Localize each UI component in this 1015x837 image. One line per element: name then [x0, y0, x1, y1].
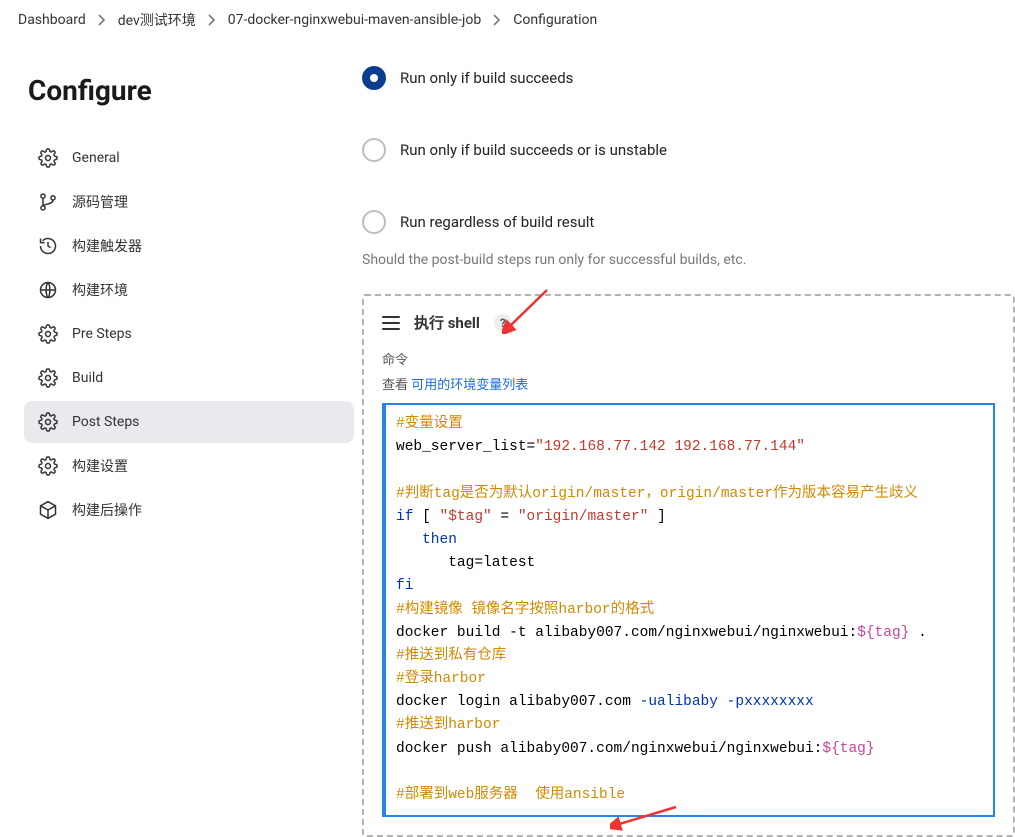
sidebar-item-scm[interactable]: 源码管理: [24, 181, 354, 223]
radio-run-on-success[interactable]: Run only if build succeeds: [362, 66, 1015, 90]
shell-command-input[interactable]: #变量设置 web_server_list="192.168.77.142 19…: [382, 403, 995, 817]
sidebar-item-triggers[interactable]: 构建触发器: [24, 225, 354, 267]
radio-run-on-success-or-unstable[interactable]: Run only if build succeeds or is unstabl…: [362, 138, 1015, 162]
sidebar-item-general[interactable]: General: [24, 137, 354, 179]
gear-icon: [38, 368, 58, 388]
help-icon[interactable]: ?: [494, 314, 512, 332]
breadcrumb-item[interactable]: dev测试环境: [118, 10, 196, 30]
command-label: 命令: [382, 349, 995, 368]
env-link-row: 查看 可用的环境变量列表: [382, 374, 995, 393]
sidebar-item-label: 构建环境: [72, 280, 128, 300]
sidebar-item-label: 构建触发器: [72, 236, 142, 256]
globe-icon: [38, 280, 58, 300]
sidebar-item-label: Pre Steps: [72, 326, 132, 342]
sidebar: Configure General 源码管理 构建触发器 构建环境 Pre St…: [24, 54, 354, 837]
drag-handle-icon[interactable]: [382, 316, 400, 330]
gear-icon: [38, 412, 58, 432]
gear-icon: [38, 148, 58, 168]
chevron-right-icon: [98, 14, 106, 26]
sidebar-item-label: 构建后操作: [72, 500, 142, 520]
chevron-right-icon: [493, 14, 501, 26]
gear-icon: [38, 324, 58, 344]
side-nav: General 源码管理 构建触发器 构建环境 Pre Steps Build: [24, 137, 354, 531]
sidebar-item-pre-steps[interactable]: Pre Steps: [24, 313, 354, 355]
branch-icon: [38, 192, 58, 212]
radio-icon: [362, 138, 386, 162]
cube-icon: [38, 500, 58, 520]
step-title: 执行 shell: [414, 312, 480, 333]
clock-arrow-icon: [38, 236, 58, 256]
radio-run-regardless[interactable]: Run regardless of build result: [362, 210, 1015, 234]
radio-label: Run only if build succeeds: [400, 69, 573, 87]
radio-label: Run only if build succeeds or is unstabl…: [400, 141, 667, 159]
sidebar-item-label: Post Steps: [72, 414, 139, 430]
sidebar-item-build[interactable]: Build: [24, 357, 354, 399]
breadcrumb-item[interactable]: Dashboard: [18, 12, 86, 28]
env-vars-link[interactable]: 可用的环境变量列表: [411, 378, 528, 393]
sidebar-item-post-build[interactable]: 构建后操作: [24, 489, 354, 531]
sidebar-item-env[interactable]: 构建环境: [24, 269, 354, 311]
sidebar-item-label: General: [72, 150, 120, 166]
sidebar-item-label: Build: [72, 370, 103, 386]
gear-icon: [38, 456, 58, 476]
page-title: Configure: [28, 74, 354, 107]
breadcrumb-item[interactable]: Configuration: [513, 12, 597, 28]
chevron-right-icon: [208, 14, 216, 26]
breadcrumb: Dashboard dev测试环境 07-docker-nginxwebui-m…: [0, 0, 1015, 40]
sidebar-item-post-steps[interactable]: Post Steps: [24, 401, 354, 443]
main: Run only if build succeeds Run only if b…: [354, 54, 1015, 837]
shell-step-box: 执行 shell ? 命令 查看 可用的环境变量列表 #变量设置 web_ser…: [362, 294, 1015, 837]
radio-icon: [362, 66, 386, 90]
sidebar-item-build-settings[interactable]: 构建设置: [24, 445, 354, 487]
radio-label: Run regardless of build result: [400, 213, 594, 231]
sidebar-item-label: 源码管理: [72, 192, 128, 212]
breadcrumb-item[interactable]: 07-docker-nginxwebui-maven-ansible-job: [228, 12, 482, 28]
radio-icon: [362, 210, 386, 234]
sidebar-item-label: 构建设置: [72, 456, 128, 476]
help-text: Should the post-build steps run only for…: [362, 252, 1015, 268]
